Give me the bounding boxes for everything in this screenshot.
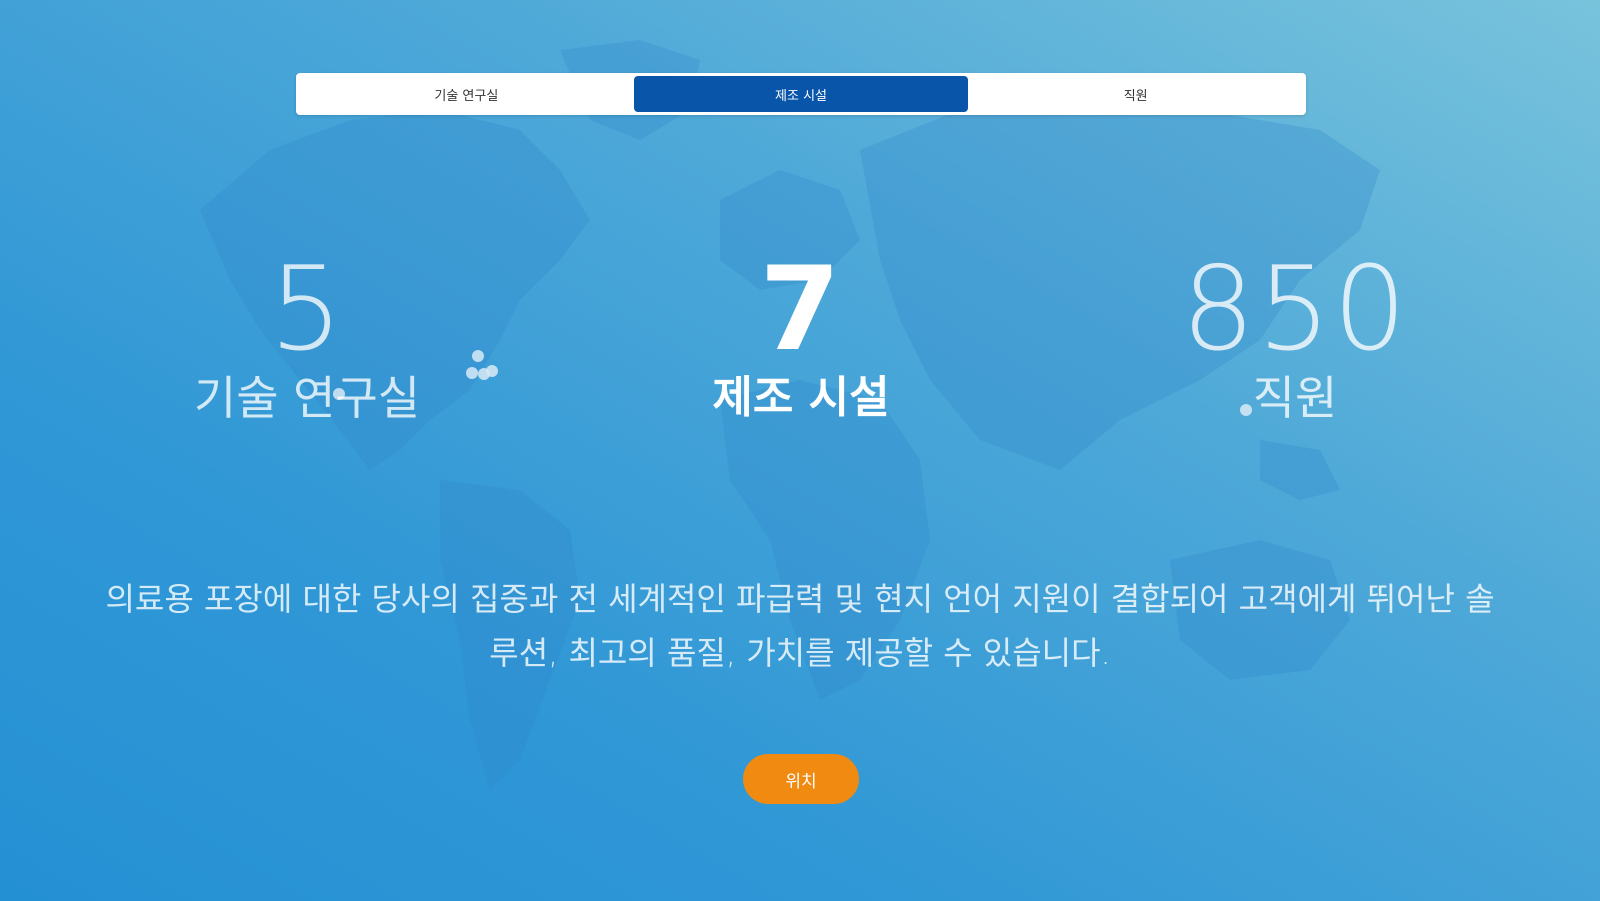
stat-employees: 850 직원 (1085, 250, 1505, 426)
stat-employees-value: 850 (1181, 242, 1409, 377)
stats-tab-bar: 기술 연구실 제조 시설 직원 (296, 73, 1306, 115)
tab-labs[interactable]: 기술 연구실 (299, 76, 634, 112)
description-text: 의료용 포장에 대한 당사의 집중과 전 세계적인 파급력 및 현지 언어 지원… (105, 580, 1495, 672)
stat-facilities-label: 제조 시설 (712, 372, 890, 423)
stat-labs: 5 기술 연구실 (97, 250, 517, 426)
stat-facilities: 7 제조 시설 (591, 250, 1011, 426)
stat-employees-label: 직원 (1252, 371, 1338, 425)
stat-facilities-value: 7 (759, 242, 843, 377)
tab-employees[interactable]: 직원 (968, 76, 1303, 112)
tab-facilities[interactable]: 제조 시설 (633, 76, 969, 112)
stat-labs-value: 5 (269, 242, 345, 377)
stat-labs-label: 기술 연구실 (193, 371, 421, 425)
location-button[interactable]: 위치 (743, 754, 859, 804)
